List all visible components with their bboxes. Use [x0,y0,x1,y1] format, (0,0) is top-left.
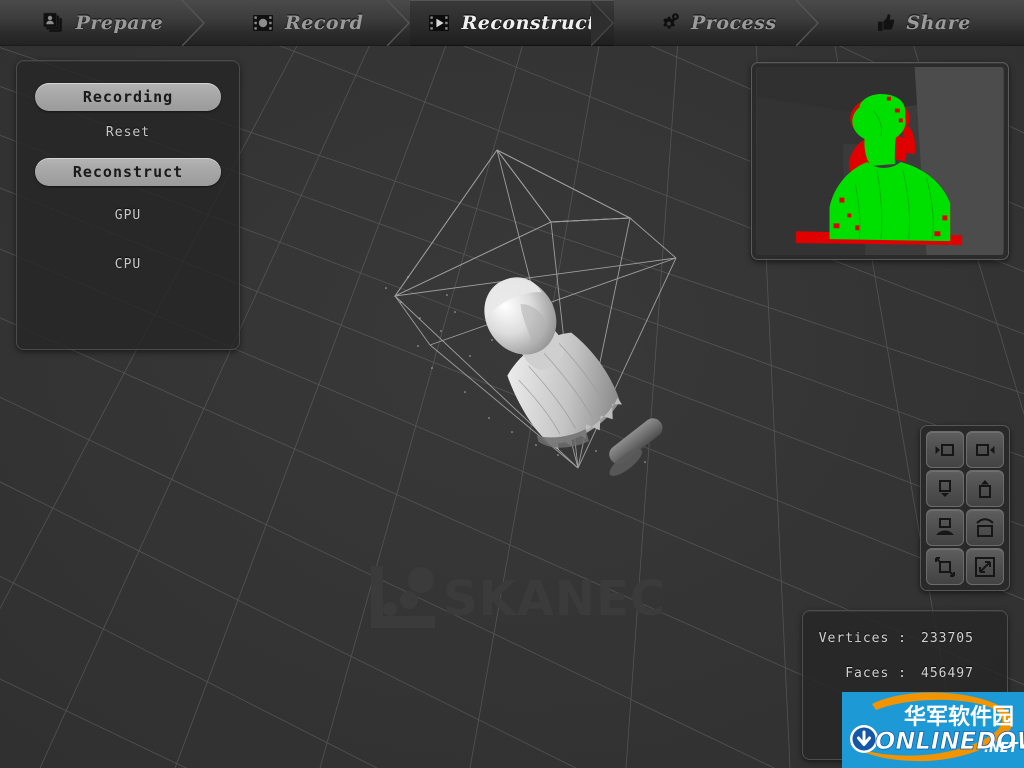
depth-preview-panel[interactable] [751,62,1009,260]
tab-prepare[interactable]: Prepare [0,0,205,46]
tab-share-label: Share [906,12,971,34]
watermark-art: 华军软件园 ONLINEDOWN .NET [842,692,1024,768]
reconstruct-control-panel: Recording Reset Reconstruct GPU CPU [16,60,240,350]
depth-preview-image [756,67,1004,255]
reset-button[interactable]: Reset [17,125,239,140]
view-front-icon[interactable] [926,470,964,507]
tab-reconstruct[interactable]: Reconstruct [409,0,615,46]
zoom-fit-icon[interactable] [966,548,1004,585]
depth-preview-svg [756,67,1004,255]
tab-reconstruct-label: Reconstruct [461,12,597,34]
tab-prepare-label: Prepare [75,12,164,34]
skanect-window: SKANECT Prepare [0,0,1024,768]
film-play-icon [429,15,450,31]
tab-process-label: Process [691,12,777,34]
watermark-tld-text: .NET [984,741,1019,756]
tab-process[interactable]: Process [614,0,820,46]
tab-share[interactable]: Share [819,0,1024,46]
view-back-icon[interactable] [966,470,1004,507]
reconstructed-mesh [484,277,623,450]
tab-record[interactable]: Record [205,0,410,46]
thumbs-up-icon [878,14,895,31]
cpu-option[interactable]: CPU [17,257,239,272]
view-bottom-icon[interactable] [926,509,964,546]
reconstruct-button[interactable]: Reconstruct [35,158,221,186]
gpu-option[interactable]: GPU [17,208,239,223]
stat-label: Faces : [845,666,907,681]
workflow-navigation: Prepare Record Reconstruct Process Share [0,0,1024,46]
secondary-object [609,418,663,476]
tab-chevron [386,0,411,46]
recording-button[interactable]: Recording [35,83,221,111]
film-reel-icon [252,15,273,31]
photos-stack-icon [42,12,62,33]
tab-chevron [181,0,206,46]
tab-record-label: Record [284,12,364,34]
onlinedown-watermark: 华军软件园 ONLINEDOWN .NET [842,692,1024,768]
stat-value: 233705 [921,631,974,646]
view-top-icon[interactable] [966,509,1004,546]
tab-chevron [796,0,820,46]
stat-row-vertices: Vertices : 233705 [817,631,993,646]
stat-row-faces: Faces : 456497 [817,666,993,681]
view-right-icon[interactable] [966,431,1004,468]
stat-label: Vertices : [818,631,907,646]
zoom-in-icon[interactable] [926,548,964,585]
gears-icon [663,13,679,29]
view-left-icon[interactable] [926,431,964,468]
view-orientation-controls [920,425,1010,591]
stat-value: 456497 [921,666,974,681]
